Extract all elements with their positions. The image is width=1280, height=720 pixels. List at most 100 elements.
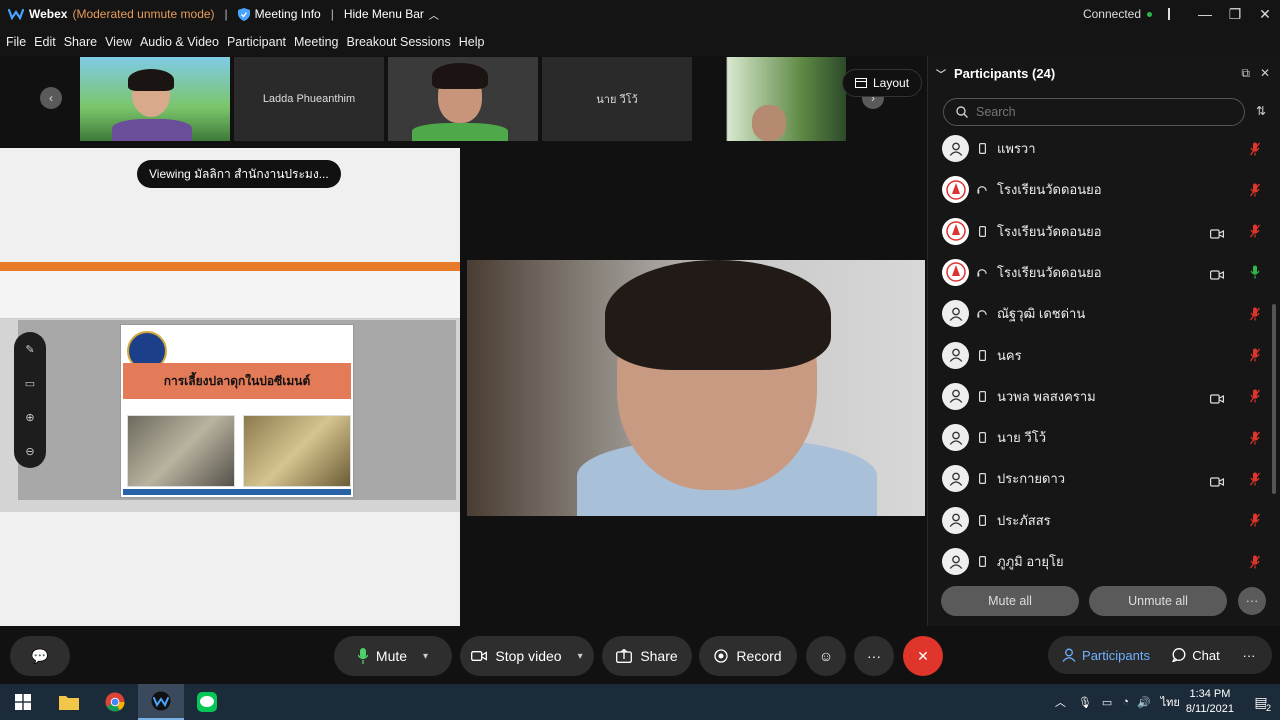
participant-row[interactable]: ประกายดาว xyxy=(942,458,1262,499)
reaction-emoji-button[interactable]: ☺ xyxy=(806,636,846,676)
video-tile[interactable] xyxy=(388,57,538,141)
layout-icon xyxy=(855,78,867,88)
participant-row[interactable]: ภูภูมิ อายุโย xyxy=(942,541,1262,582)
participant-name: ประกายดาว xyxy=(997,471,1066,487)
mic-muted-icon[interactable] xyxy=(1249,472,1261,486)
mic-muted-icon[interactable] xyxy=(1249,513,1261,527)
notifications-button[interactable]: ▤ 2 xyxy=(1246,684,1276,720)
taskbar-clock[interactable]: 1:34 PM 8/11/2021 xyxy=(1186,687,1234,717)
close-window-button[interactable]: ✕ xyxy=(1250,0,1280,28)
meeting-info-button[interactable]: Meeting Info xyxy=(237,7,321,21)
reactions-button[interactable]: 💬 xyxy=(10,636,70,676)
search-input[interactable] xyxy=(976,105,1216,119)
mic-muted-icon[interactable] xyxy=(1249,389,1261,403)
participant-row[interactable]: นวพล พลสงคราม xyxy=(942,376,1262,417)
tabs-more-button[interactable]: ··· xyxy=(1234,636,1264,674)
panel-more-button[interactable]: ··· xyxy=(1238,587,1266,615)
participant-row[interactable]: แพรวา xyxy=(942,128,1262,169)
participant-row[interactable]: ณัฐวุฒิ เดชด่าน xyxy=(942,293,1262,334)
school-avatar xyxy=(942,258,969,286)
tray-expand-button[interactable]: ︿ xyxy=(1055,694,1066,710)
hide-menu-bar-button[interactable]: Hide Menu Bar ︿ xyxy=(344,7,439,22)
share-button[interactable]: Share xyxy=(602,636,692,676)
mute-all-button[interactable]: Mute all xyxy=(941,586,1079,616)
participant-row[interactable]: นคร xyxy=(942,335,1262,376)
eraser-icon: ▭ xyxy=(24,377,36,390)
mute-button[interactable]: Mute ▾ xyxy=(334,636,452,676)
participant-shirt xyxy=(412,123,508,141)
sort-button[interactable]: ⇅ xyxy=(1256,104,1266,118)
person-icon xyxy=(949,142,962,156)
start-button[interactable] xyxy=(0,684,46,720)
menu-share[interactable]: Share xyxy=(64,35,97,49)
menu-breakout[interactable]: Breakout Sessions xyxy=(346,35,450,49)
clock-time: 1:34 PM xyxy=(1189,688,1231,700)
minimize-button[interactable]: — xyxy=(1190,0,1220,28)
viewing-indicator: Viewing มัลลิกา สำนักงานประมง... xyxy=(137,160,341,188)
record-button[interactable]: Record xyxy=(699,636,797,676)
mic-muted-icon[interactable] xyxy=(1249,183,1261,197)
menu-audio-video[interactable]: Audio & Video xyxy=(140,35,219,49)
close-panel-button[interactable]: ✕ xyxy=(1260,66,1270,81)
zoom-in-button[interactable]: ⊕ xyxy=(14,400,46,434)
menu-edit[interactable]: Edit xyxy=(34,35,56,49)
strip-prev-button[interactable]: ‹ xyxy=(40,87,62,109)
microphone-icon: 🎙 xyxy=(1077,696,1092,709)
maximize-button[interactable]: ❐ xyxy=(1220,0,1250,28)
zoom-out-button[interactable]: ⊖ xyxy=(14,434,46,468)
annotation-toolbar: ✎ ▭ ⊕ ⊖ xyxy=(14,332,46,468)
video-tile[interactable] xyxy=(80,57,230,141)
layout-button[interactable]: Layout xyxy=(842,69,923,97)
popout-button[interactable]: ⧉ xyxy=(1241,66,1250,81)
panel-header[interactable]: ﹀ Participants (24) xyxy=(936,66,1055,81)
chat-tab[interactable]: Chat xyxy=(1162,636,1230,674)
unmute-all-button[interactable]: Unmute all xyxy=(1089,586,1227,616)
menu-meeting[interactable]: Meeting xyxy=(294,35,338,49)
mic-muted-icon[interactable] xyxy=(1249,142,1261,156)
video-tile[interactable]: นาย วีโว้ xyxy=(542,57,692,141)
mic-muted-icon[interactable] xyxy=(1249,555,1261,569)
meeting-mode: (Moderated unmute mode) xyxy=(72,7,215,21)
person-icon xyxy=(949,513,962,528)
pen-tool-button[interactable]: ✎ xyxy=(14,332,46,366)
tray-mic-button[interactable]: 🎙 xyxy=(1078,696,1092,709)
participant-row[interactable]: นาย วีโว้ xyxy=(942,417,1262,458)
mic-muted-icon[interactable] xyxy=(1249,348,1261,362)
system-tray: ︿ 🎙 ▭ ◔ 🔊 ไทย 1:34 PM 8/11/2021 ▤ 2 xyxy=(1055,684,1280,720)
input-language[interactable]: ไทย xyxy=(1161,693,1180,711)
slide-title: การเลี้ยงปลาดุกในบ่อซีเมนต์ xyxy=(123,363,351,399)
file-explorer-button[interactable] xyxy=(46,684,92,720)
tray-volume-button[interactable]: 🔊 xyxy=(1137,696,1151,709)
tile-name: Ladda Phueanthim xyxy=(262,93,356,105)
active-speaker-video[interactable] xyxy=(467,260,925,516)
shared-content[interactable]: Viewing มัลลิกา สำนักงานประมง... การเลี้… xyxy=(0,148,460,626)
participant-row[interactable]: ประภัสสร xyxy=(942,500,1262,541)
line-app-button[interactable] xyxy=(184,684,230,720)
participant-row[interactable]: โรงเรียนวัดดอนยอ xyxy=(942,211,1262,252)
mic-muted-icon[interactable] xyxy=(1249,224,1261,238)
webex-taskbar-button[interactable] xyxy=(138,684,184,720)
more-options-button[interactable]: ··· xyxy=(854,636,894,676)
participant-row[interactable]: โรงเรียนวัดดอนยอ xyxy=(942,252,1262,293)
tray-battery-button[interactable]: ▭ xyxy=(1102,696,1112,709)
stop-video-button[interactable]: Stop video ▾ xyxy=(460,636,594,676)
participant-row[interactable]: โรงเรียนวัดดอนยอ xyxy=(942,169,1262,210)
hide-menu-label: Hide Menu Bar xyxy=(343,7,424,21)
video-tile[interactable]: Ladda Phueanthim xyxy=(234,57,384,141)
menu-participant[interactable]: Participant xyxy=(227,35,286,49)
eraser-tool-button[interactable]: ▭ xyxy=(14,366,46,400)
participant-scrollbar[interactable] xyxy=(1272,304,1276,494)
end-meeting-button[interactable]: ✕ xyxy=(903,636,943,676)
chrome-button[interactable] xyxy=(92,684,138,720)
phone-icon xyxy=(977,390,987,402)
video-tile[interactable] xyxy=(696,57,846,141)
menu-file[interactable]: File xyxy=(6,35,26,49)
fish-photo-1 xyxy=(127,415,235,487)
menu-view[interactable]: View xyxy=(105,35,132,49)
mic-active-icon[interactable] xyxy=(1250,265,1260,279)
mic-muted-icon[interactable] xyxy=(1249,307,1261,321)
tray-wifi-button[interactable]: ◔ xyxy=(1122,696,1129,708)
participants-tab[interactable]: Participants xyxy=(1056,636,1156,674)
mic-muted-icon[interactable] xyxy=(1249,431,1261,445)
menu-help[interactable]: Help xyxy=(459,35,485,49)
